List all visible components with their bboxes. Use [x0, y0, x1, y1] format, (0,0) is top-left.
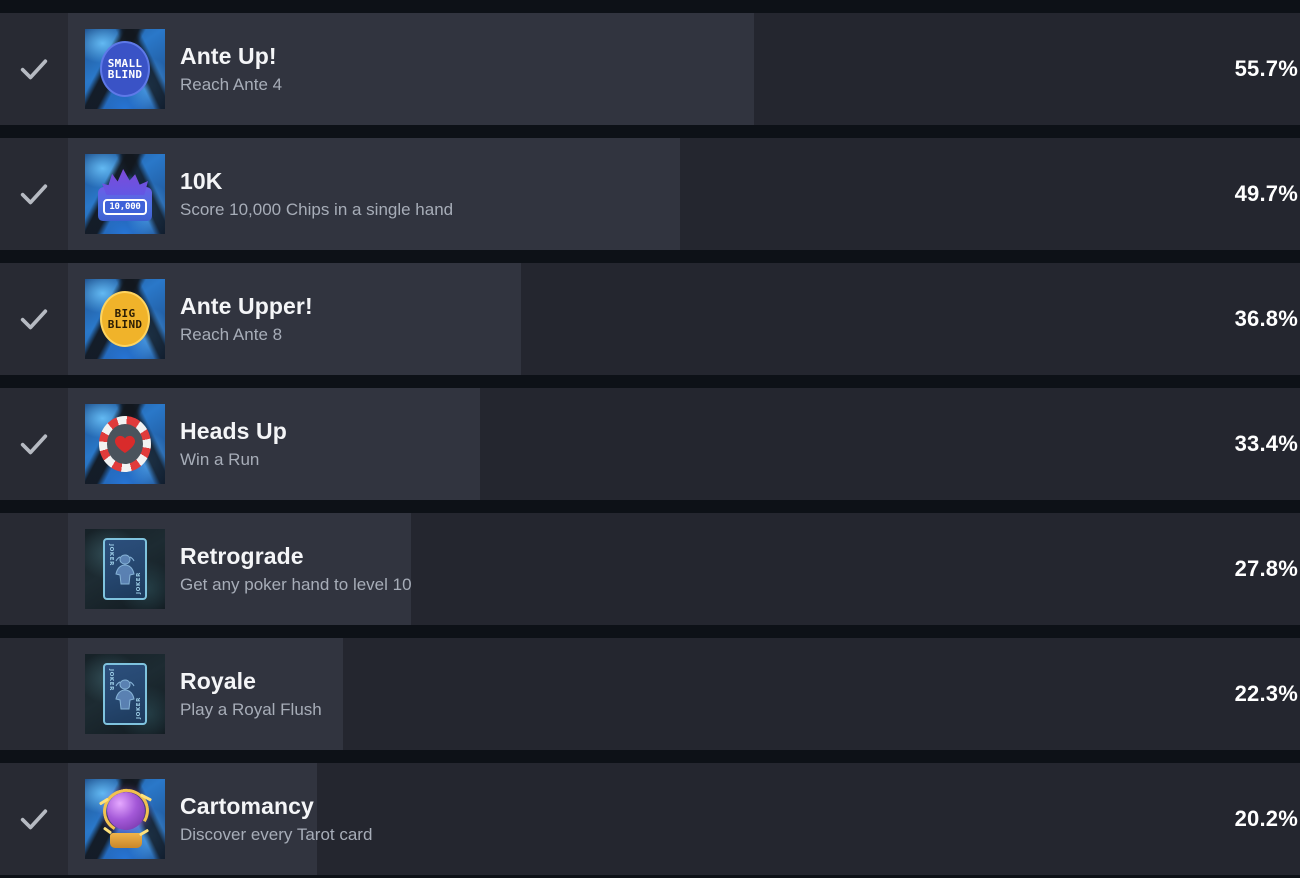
achievement-row[interactable]: Cartomancy Discover every Tarot card 20.…: [0, 763, 1300, 875]
global-unlock-percent: 49.7%: [1234, 181, 1298, 206]
achievement-description: Discover every Tarot card: [180, 824, 373, 844]
unlock-status-cell: [0, 388, 68, 500]
achievement-row[interactable]: 10,000 10K Score 10,000 Chips in a singl…: [0, 138, 1300, 250]
global-completion-bar: [68, 638, 343, 750]
achievement-row[interactable]: Heads Up Win a Run 33.4%: [0, 388, 1300, 500]
checkmark-icon: [20, 809, 48, 830]
achievement-row[interactable]: SMALL BLIND Ante Up! Reach Ante 4 55.7%: [0, 13, 1300, 125]
global-completion-bar: [68, 263, 522, 375]
global-unlock-percent: 33.4%: [1234, 431, 1298, 456]
unlock-status-cell: [0, 638, 68, 750]
achievement-row[interactable]: JOKER JOKER Royale Play a Royal Flush 22…: [0, 638, 1300, 750]
achievement-list: SMALL BLIND Ante Up! Reach Ante 4 55.7% …: [0, 13, 1300, 878]
global-completion-bar: [68, 138, 681, 250]
unlock-status-cell: [0, 138, 68, 250]
unlock-status-cell: [0, 13, 68, 125]
global-unlock-percent: 22.3%: [1234, 681, 1298, 706]
checkmark-icon: [20, 59, 48, 80]
checkmark-icon: [20, 434, 48, 455]
unlock-status-cell: [0, 513, 68, 625]
checkmark-icon: [20, 309, 48, 330]
checkmark-icon: [20, 184, 48, 205]
achievement-text: Cartomancy Discover every Tarot card: [180, 793, 1235, 845]
global-unlock-percent: 20.2%: [1234, 806, 1298, 831]
global-unlock-percent: 55.7%: [1234, 56, 1298, 81]
global-completion-bar: [68, 388, 480, 500]
unlock-status-cell: [0, 763, 68, 875]
global-unlock-percent: 36.8%: [1234, 306, 1298, 331]
global-completion-bar: [68, 513, 411, 625]
achievement-row[interactable]: JOKER JOKER Retrograde Get any poker han…: [0, 513, 1300, 625]
achievement-title: Cartomancy: [180, 793, 314, 820]
achievement-row[interactable]: BIG BLIND Ante Upper! Reach Ante 8 36.8%: [0, 263, 1300, 375]
unlock-status-cell: [0, 263, 68, 375]
global-unlock-percent: 27.8%: [1234, 556, 1298, 581]
global-completion-bar: [68, 13, 755, 125]
global-completion-bar: [68, 763, 317, 875]
